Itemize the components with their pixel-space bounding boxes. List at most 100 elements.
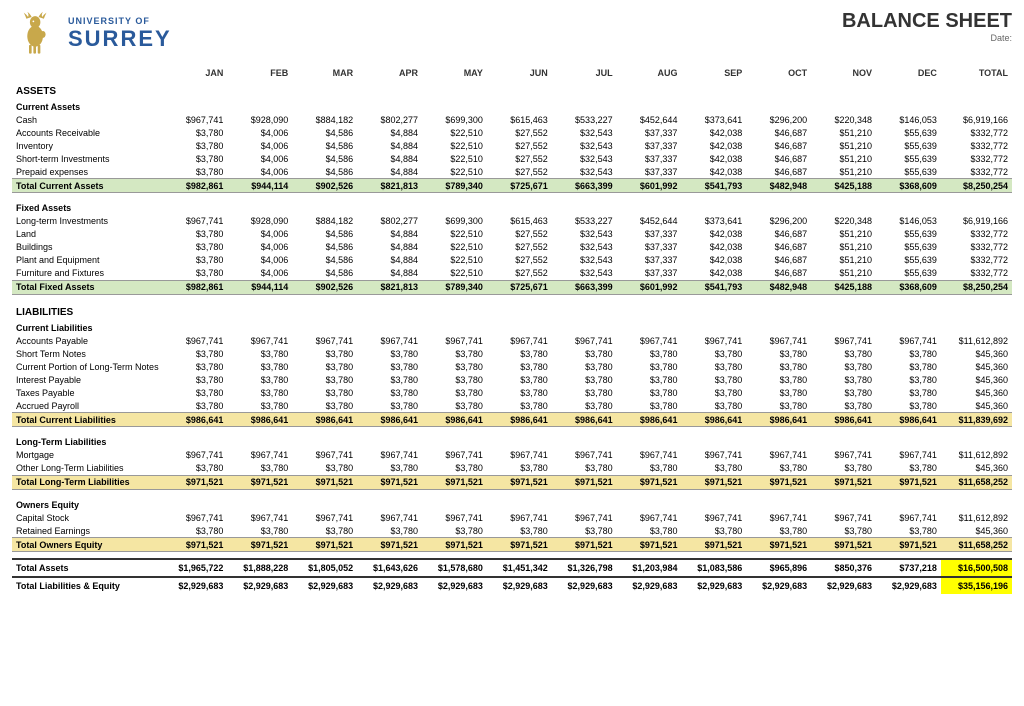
row-value: $3,780 [617, 462, 682, 476]
col-may: MAY [422, 66, 487, 80]
row-value: $967,741 [681, 334, 746, 347]
row-value: $4,884 [357, 241, 422, 254]
subsection-header-label: Fixed Assets [12, 199, 1012, 215]
row-value: $967,741 [357, 334, 422, 347]
row-value: $3,780 [292, 347, 357, 360]
row-value: $4,586 [292, 254, 357, 267]
row-value: $11,839,692 [941, 413, 1012, 427]
row-value: $332,772 [941, 165, 1012, 179]
row-value: $967,741 [163, 511, 228, 524]
row-value: $1,326,798 [552, 559, 617, 577]
row-value: $3,780 [487, 524, 552, 538]
row-value: $27,552 [487, 165, 552, 179]
row-value: $3,780 [422, 524, 487, 538]
row-value: $55,639 [876, 241, 941, 254]
row-value: $1,965,722 [163, 559, 228, 577]
row-value: $4,586 [292, 152, 357, 165]
row-label: Retained Earnings [12, 524, 163, 538]
row-value: $16,500,508 [941, 559, 1012, 577]
row-value: $737,218 [876, 559, 941, 577]
row-value: $45,360 [941, 524, 1012, 538]
row-value: $1,643,626 [357, 559, 422, 577]
row-value: $220,348 [811, 215, 876, 228]
row-value: $986,641 [292, 413, 357, 427]
row-value: $55,639 [876, 228, 941, 241]
row-value: $3,780 [811, 462, 876, 476]
row-value: $3,780 [811, 373, 876, 386]
row-value: $3,780 [876, 462, 941, 476]
row-value: $332,772 [941, 126, 1012, 139]
row-value: $3,780 [617, 386, 682, 399]
row-value: $971,521 [552, 475, 617, 489]
row-value: $986,641 [876, 413, 941, 427]
row-value: $11,658,252 [941, 475, 1012, 489]
row-value: $51,210 [811, 126, 876, 139]
row-value: $967,741 [876, 511, 941, 524]
row-value: $42,038 [681, 228, 746, 241]
row-value: $3,780 [746, 360, 811, 373]
row-value: $4,586 [292, 241, 357, 254]
row-value: $601,992 [617, 280, 682, 294]
row-value: $51,210 [811, 267, 876, 281]
row-value: $3,780 [552, 373, 617, 386]
row-label: Short-term Investments [12, 152, 163, 165]
row-value: $37,337 [617, 126, 682, 139]
row-value: $35,156,196 [941, 577, 1012, 594]
row-value: $967,741 [552, 511, 617, 524]
row-value: $2,929,683 [487, 577, 552, 594]
table-row: Buildings$3,780$4,006$4,586$4,884$22,510… [12, 241, 1012, 254]
row-value: $2,929,683 [617, 577, 682, 594]
row-value: $971,521 [357, 475, 422, 489]
row-value: $3,780 [811, 347, 876, 360]
table-row: Mortgage$967,741$967,741$967,741$967,741… [12, 449, 1012, 462]
row-label: Total Liabilities & Equity [12, 577, 163, 594]
row-value: $967,741 [163, 334, 228, 347]
row-value: $2,929,683 [357, 577, 422, 594]
row-value: $45,360 [941, 373, 1012, 386]
row-value: $967,741 [811, 449, 876, 462]
row-value: $332,772 [941, 139, 1012, 152]
table-row: Total Assets$1,965,722$1,888,228$1,805,0… [12, 559, 1012, 577]
row-value: $27,552 [487, 254, 552, 267]
row-value: $296,200 [746, 113, 811, 126]
row-value: $971,521 [876, 475, 941, 489]
row-label: Mortgage [12, 449, 163, 462]
row-value: $4,006 [227, 267, 292, 281]
row-value: $3,780 [487, 347, 552, 360]
row-value: $986,641 [681, 413, 746, 427]
section-header-label: ASSETS [12, 80, 1012, 98]
row-value: $46,687 [746, 126, 811, 139]
row-value: $4,006 [227, 152, 292, 165]
row-value: $332,772 [941, 267, 1012, 281]
row-value: $51,210 [811, 139, 876, 152]
row-value: $6,919,166 [941, 113, 1012, 126]
row-value: $368,609 [876, 280, 941, 294]
col-jul: JUL [552, 66, 617, 80]
row-value: $3,780 [681, 399, 746, 413]
row-value: $971,521 [422, 475, 487, 489]
row-label: Taxes Payable [12, 386, 163, 399]
row-value: $27,552 [487, 228, 552, 241]
row-value: $55,639 [876, 254, 941, 267]
balance-sheet-table: JAN FEB MAR APR MAY JUN JUL AUG SEP OCT … [12, 66, 1012, 594]
row-value: $986,641 [746, 413, 811, 427]
subsection-header-label: Owners Equity [12, 496, 1012, 512]
row-value: $971,521 [487, 538, 552, 552]
row-value: $971,521 [227, 538, 292, 552]
row-label: Total Fixed Assets [12, 280, 163, 294]
row-value: $3,780 [422, 360, 487, 373]
row-value: $3,780 [811, 524, 876, 538]
row-value: $821,813 [357, 280, 422, 294]
row-value: $967,741 [227, 511, 292, 524]
row-value: $971,521 [811, 538, 876, 552]
row-label: Interest Payable [12, 373, 163, 386]
row-value: $4,586 [292, 228, 357, 241]
row-value: $971,521 [811, 475, 876, 489]
row-value: $3,780 [617, 347, 682, 360]
row-value: $986,641 [552, 413, 617, 427]
row-value: $3,780 [163, 165, 228, 179]
row-value: $4,884 [357, 126, 422, 139]
row-value: $4,884 [357, 152, 422, 165]
row-value: $4,884 [357, 254, 422, 267]
row-value: $4,006 [227, 165, 292, 179]
